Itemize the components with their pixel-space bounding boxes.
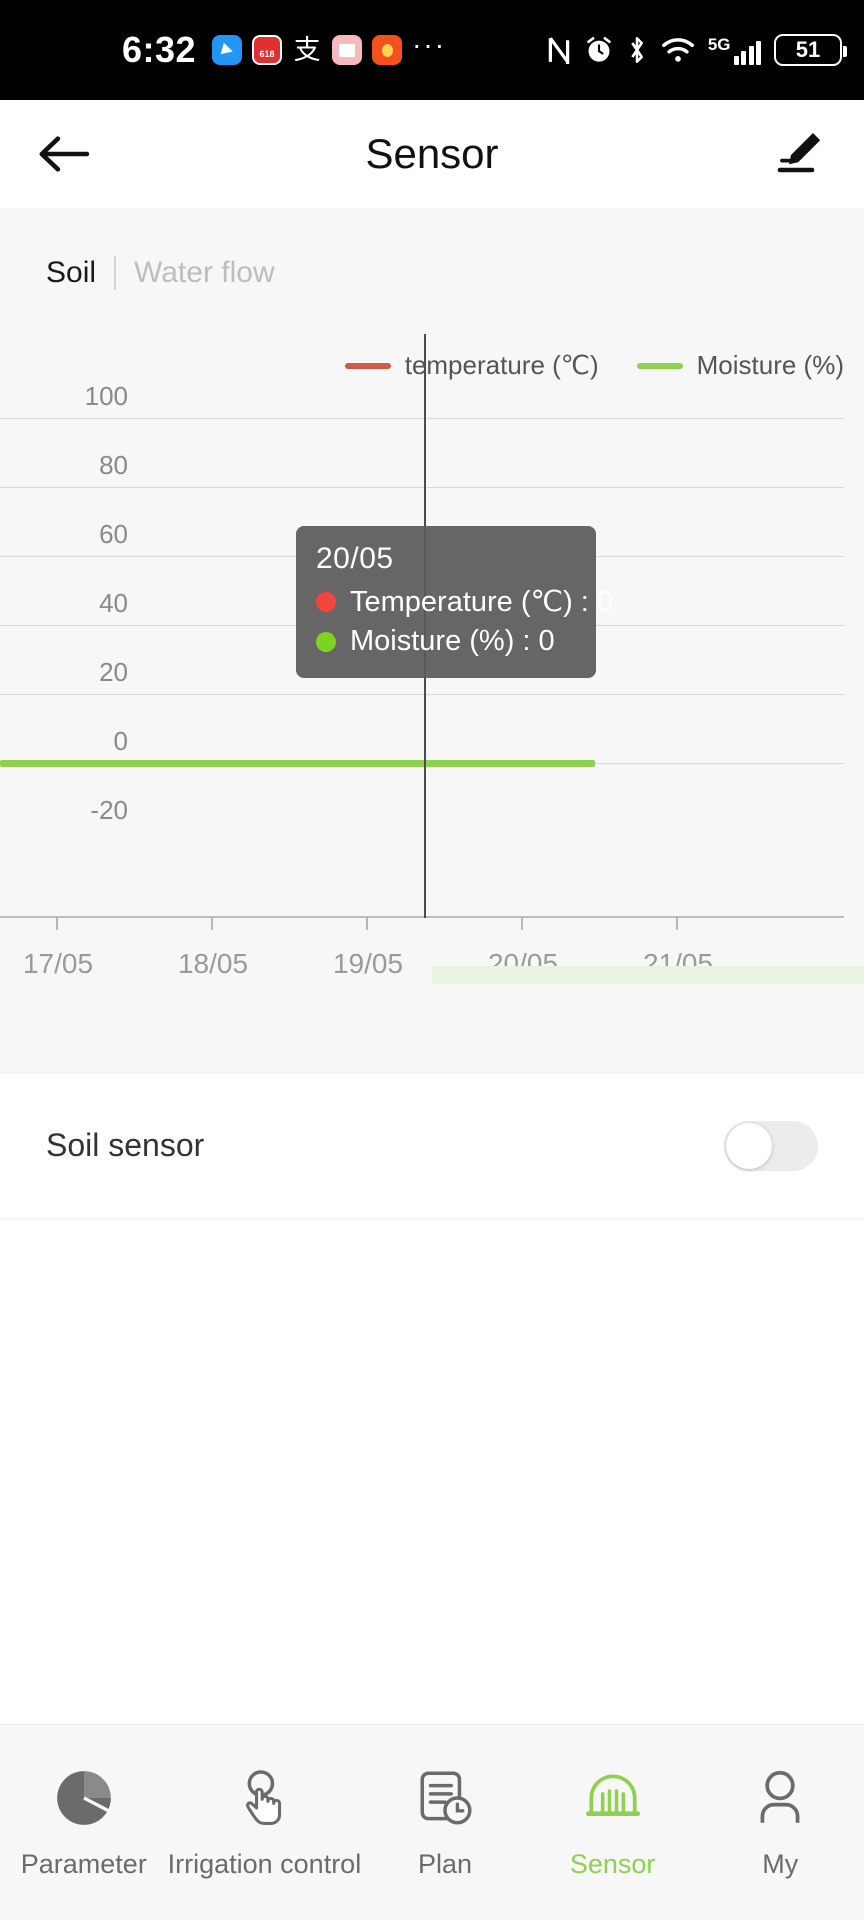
gridline-80: [0, 487, 844, 488]
sensor-chart[interactable]: temperature (℃) Moisture (%) 100 80 60 4…: [0, 334, 864, 1074]
alipay-app-icon: 支: [293, 35, 321, 65]
ytick-label-minus20: -20: [90, 794, 128, 825]
wifi-icon: [661, 35, 695, 65]
ytick-label-0: 0: [113, 725, 128, 756]
signal-bars-icon: [733, 40, 761, 65]
battery-level-label: 51: [795, 37, 821, 62]
overflow-dots-icon: ···: [412, 29, 447, 61]
tooltip-text-moisture: Moisture (%) : 0: [350, 625, 555, 657]
tooltip-row-temperature: Temperature (℃) : 0: [316, 584, 613, 619]
tab-soil[interactable]: Soil: [46, 256, 114, 290]
xtick-17-05: [56, 916, 58, 930]
status-bar-left: 6:32 618 支 ···: [22, 29, 446, 71]
legend-item-moisture[interactable]: Moisture (%): [636, 350, 844, 381]
nfc-icon: [546, 35, 572, 65]
legend-swatch-moisture: [636, 362, 683, 369]
back-button[interactable]: [36, 126, 92, 182]
soil-sensor-label: Soil sensor: [46, 1127, 205, 1163]
gridline-100: [0, 418, 844, 419]
blue-app-icon: [212, 35, 243, 65]
nav-label-plan: Plan: [417, 1849, 473, 1879]
legend-item-temperature[interactable]: temperature (℃): [344, 350, 599, 381]
network-type-label: 5G: [707, 34, 731, 54]
battery-icon: 51: [774, 34, 847, 66]
chart-tooltip: 20/05 Temperature (℃) : 0 Moisture (%) :…: [296, 526, 613, 678]
alarm-icon: [585, 35, 613, 65]
chart-legend: temperature (℃) Moisture (%): [344, 350, 844, 381]
edit-button[interactable]: [772, 126, 828, 182]
edit-pencil-icon: [777, 133, 821, 173]
nav-item-plan[interactable]: Plan: [361, 1765, 529, 1880]
xtick-21-05: [676, 916, 678, 930]
tab-water-flow[interactable]: Water flow: [116, 256, 293, 290]
person-icon: [749, 1765, 811, 1831]
ytick-label-60: 60: [99, 518, 128, 549]
nav-item-sensor[interactable]: Sensor: [529, 1765, 697, 1880]
status-bar: 6:32 618 支 ··· 5G 51: [0, 0, 864, 100]
signal-icon: 5G: [708, 36, 761, 65]
legend-swatch-temperature: [344, 362, 391, 369]
bottom-navigation: Parameter Irrigation control Plan Sensor…: [0, 1724, 864, 1920]
tooltip-dot-temperature: [316, 591, 336, 612]
redpacket-app-icon: [372, 35, 403, 65]
nav-label-irrigation-control: Irrigation control: [167, 1849, 362, 1879]
document-clock-icon: [414, 1765, 476, 1831]
page-title: Sensor: [365, 130, 499, 177]
soil-sensor-row[interactable]: Soil sensor: [0, 1074, 864, 1217]
tooltip-dot-moisture: [316, 631, 336, 652]
app-header: Sensor: [0, 100, 864, 208]
nav-label-sensor: Sensor: [569, 1849, 656, 1879]
status-bar-right: 5G 51: [546, 34, 847, 66]
xlabel-18-05: 18/05: [177, 948, 249, 979]
content-area: Soil Water flow temperature (℃) Moisture…: [0, 208, 864, 1074]
xlabel-19-05: 19/05: [332, 948, 404, 979]
ytick-label-40: 40: [99, 587, 128, 618]
gridline-minus20: [0, 832, 844, 833]
tap-hand-icon: [233, 1765, 295, 1831]
xlabel-17-05: 17/05: [22, 948, 94, 979]
ytick-label-100: 100: [84, 380, 128, 411]
nav-label-parameter: Parameter: [20, 1849, 147, 1879]
sensor-type-tabs: Soil Water flow: [0, 208, 864, 290]
status-time: 6:32: [122, 29, 197, 70]
back-arrow-icon: [39, 136, 90, 172]
ytick-label-80: 80: [99, 449, 128, 480]
tooltip-date: 20/05: [316, 542, 394, 575]
legend-label-temperature: temperature (℃): [404, 350, 599, 380]
nav-label-my: My: [762, 1849, 799, 1879]
toggle-knob: [726, 1122, 772, 1169]
nav-item-parameter[interactable]: Parameter: [0, 1765, 168, 1880]
soil-sensor-toggle[interactable]: [724, 1120, 818, 1171]
xtick-18-05: [211, 916, 213, 930]
nav-item-irrigation-control[interactable]: Irrigation control: [167, 1765, 362, 1880]
series-line-moisture: [0, 760, 595, 767]
bluetooth-icon: [626, 35, 648, 65]
book-app-icon: [332, 35, 363, 65]
xtick-20-05: [521, 916, 523, 930]
legend-label-moisture: Moisture (%): [696, 350, 844, 380]
ytick-label-20: 20: [99, 656, 128, 687]
sensor-dome-icon: [582, 1765, 644, 1831]
618-app-icon: 618: [252, 35, 283, 65]
xtick-19-05: [366, 916, 368, 930]
chart-x-axis: [0, 916, 844, 918]
pie-chart-icon: [53, 1765, 115, 1831]
tooltip-row-moisture: Moisture (%) : 0: [316, 625, 576, 658]
nav-item-my[interactable]: My: [696, 1765, 864, 1880]
gridline-20: [0, 694, 844, 695]
chart-bottom-highlight: [432, 966, 864, 984]
tooltip-text-temperature: Temperature (℃) : 0: [350, 586, 614, 618]
